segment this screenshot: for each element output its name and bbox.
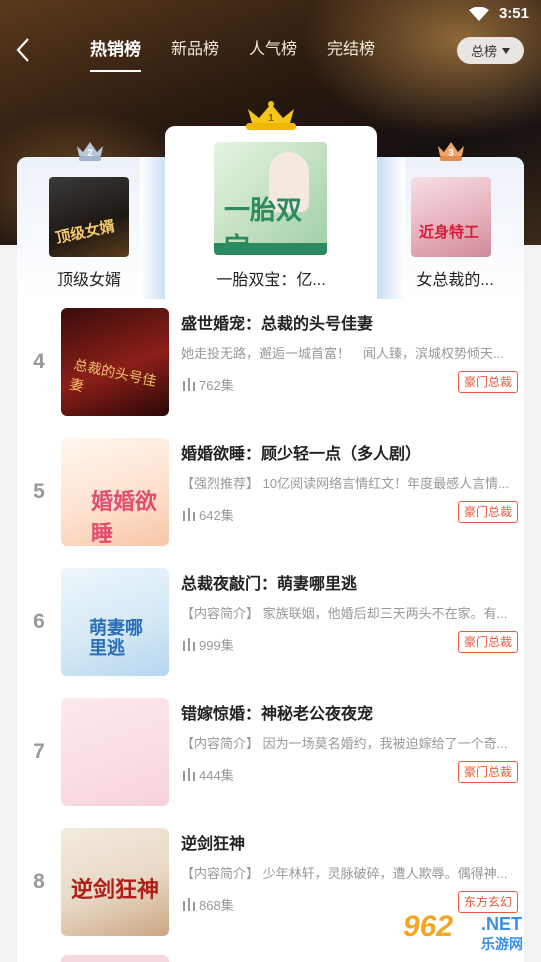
episode-count: 999集 — [183, 635, 234, 654]
episode-count-text: 642集 — [199, 508, 234, 523]
episode-count: 444集 — [183, 765, 234, 784]
desc-text: 10亿阅读网络言情红文！年度最感人言情... — [259, 476, 509, 491]
book-cover-partial — [61, 955, 169, 962]
rank-number: 5 — [33, 480, 45, 503]
wifi-icon — [469, 7, 489, 21]
watermark-number: 962 — [403, 910, 454, 943]
desc-tag: 【内容简介】 — [181, 736, 260, 751]
ranking-scope-dropdown[interactable]: 总榜 — [457, 37, 524, 64]
cover-title: 婚婚欲睡 — [91, 489, 158, 546]
rank-number: 7 — [33, 740, 45, 763]
desc-tag: 【内容简介】 — [181, 866, 260, 881]
genre-badge: 豪门总裁 — [458, 501, 519, 523]
audio-bars-icon — [183, 508, 195, 521]
book-cover-placeholder[interactable] — [61, 698, 169, 806]
status-time: 3:51 — [498, 5, 529, 22]
cover-title: 逆剑狂神 — [71, 877, 160, 902]
cover-title: 近身特工 — [419, 225, 480, 241]
ranking-tabs: 热销榜 新品榜 人气榜 完结榜 — [90, 38, 405, 72]
book-description: 【内容简介】 家族联姻，他婚后却三天两头不在家。有... — [181, 603, 521, 622]
book-description: 【内容简介】 因为一场莫名婚约，我被迫嫁给了一个奇... — [181, 733, 521, 752]
episode-count-text: 868集 — [199, 898, 234, 913]
episode-count-text: 999集 — [199, 638, 234, 653]
cover-title: 顶级女婿 — [54, 218, 117, 248]
rank-number: 4 — [33, 350, 45, 373]
tab-bestseller[interactable]: 热销榜 — [90, 38, 141, 72]
book-description: 她走投无路，邂逅一城首富！ 闻人臻，滨城权势倾天... — [181, 343, 521, 362]
tab-new[interactable]: 新品榜 — [171, 38, 219, 72]
episode-count: 642集 — [183, 505, 234, 524]
book-cover[interactable]: 逆剑狂神 — [61, 828, 169, 936]
podium-book-title[interactable]: 顶级女婿 — [49, 266, 129, 290]
list-item[interactable]: 6 萌妻哪里逃 总裁夜敲门：萌妻哪里逃 【内容简介】 家族联姻，他婚后却三天两头… — [17, 560, 524, 690]
desc-text: 因为一场莫名婚约，我被迫嫁给了一个奇... — [259, 736, 508, 751]
desc-text: 家族联姻，他婚后却三天两头不在家。有... — [259, 606, 508, 621]
dropdown-selected: 总榜 — [470, 44, 497, 59]
back-arrow-icon[interactable] — [14, 36, 34, 64]
book-title[interactable]: 总裁夜敲门：萌妻哪里逃 — [181, 570, 357, 594]
watermark-name: 乐游网 — [481, 936, 523, 952]
book-description: 【内容简介】 少年林轩，灵脉破碎，遭人欺辱。偶得神... — [181, 863, 521, 882]
genre-badge: 豪门总裁 — [458, 761, 519, 783]
audio-bars-icon — [183, 898, 195, 911]
list-item[interactable]: 5 婚婚欲睡 婚婚欲睡：顾少轻一点（多人剧） 【强烈推荐】 10亿阅读网络言情红… — [17, 430, 524, 560]
rank-badge: 3 — [448, 148, 454, 159]
book-cover[interactable]: 萌妻哪里逃 — [61, 568, 169, 676]
audio-bars-icon — [183, 638, 195, 651]
podium-book-title[interactable]: 女总裁的... — [405, 266, 505, 290]
podium-divider — [377, 157, 405, 299]
rank-number: 8 — [33, 870, 45, 893]
podium-book-title[interactable]: 一胎双宝：亿... — [196, 266, 346, 290]
tab-popular[interactable]: 人气榜 — [249, 38, 297, 72]
book-cover[interactable]: 近身特工 — [411, 177, 491, 257]
audio-bars-icon — [183, 378, 195, 391]
book-cover[interactable]: 一胎双宝 — [214, 142, 327, 255]
cover-title: 总裁的头号佳妻 — [68, 357, 158, 396]
episode-count: 868集 — [183, 895, 234, 914]
book-description: 【强烈推荐】 10亿阅读网络言情红文！年度最感人言情... — [181, 473, 521, 492]
rank-badge: 1 — [268, 113, 274, 124]
cover-strip — [214, 243, 327, 255]
genre-badge: 豪门总裁 — [458, 631, 519, 653]
desc-tag: 【内容简介】 — [181, 606, 260, 621]
book-title[interactable]: 逆剑狂神 — [181, 830, 245, 854]
desc-text: 少年林轩，灵脉破碎，遭人欺辱。偶得神... — [259, 866, 508, 881]
episode-count-text: 444集 — [199, 768, 234, 783]
episode-count: 762集 — [183, 375, 234, 394]
chevron-down-icon — [502, 47, 510, 54]
book-cover[interactable]: 顶级女婿 — [49, 177, 129, 257]
tab-completed[interactable]: 完结榜 — [327, 38, 375, 72]
book-title[interactable]: 错嫁惊婚：神秘老公夜夜宠 — [181, 700, 373, 724]
list-item[interactable]: 7 错嫁惊婚：神秘老公夜夜宠 【内容简介】 因为一场莫名婚约，我被迫嫁给了一个奇… — [17, 690, 524, 820]
desc-text: 她走投无路，邂逅一城首富！ 闻人臻，滨城权势倾天... — [181, 346, 504, 361]
list-item[interactable]: 4 总裁的头号佳妻 盛世婚宠：总裁的头号佳妻 她走投无路，邂逅一城首富！ 闻人臻… — [17, 300, 524, 430]
book-cover[interactable]: 婚婚欲睡 — [61, 438, 169, 546]
rank-badge: 2 — [87, 148, 93, 159]
desc-tag: 【强烈推荐】 — [181, 476, 260, 491]
cover-title: 萌妻哪里逃 — [89, 618, 143, 658]
audio-bars-icon — [183, 768, 195, 781]
episode-count-text: 762集 — [199, 378, 234, 393]
book-title[interactable]: 婚婚欲睡：顾少轻一点（多人剧） — [181, 440, 421, 464]
genre-badge: 豪门总裁 — [458, 371, 519, 393]
podium-divider — [140, 157, 168, 299]
site-watermark-logo: 962 .NET 乐游网 — [403, 910, 539, 958]
book-title[interactable]: 盛世婚宠：总裁的头号佳妻 — [181, 310, 373, 334]
rank-number: 6 — [33, 610, 45, 633]
watermark-domain: .NET — [481, 914, 523, 934]
book-cover[interactable]: 总裁的头号佳妻 — [61, 308, 169, 416]
